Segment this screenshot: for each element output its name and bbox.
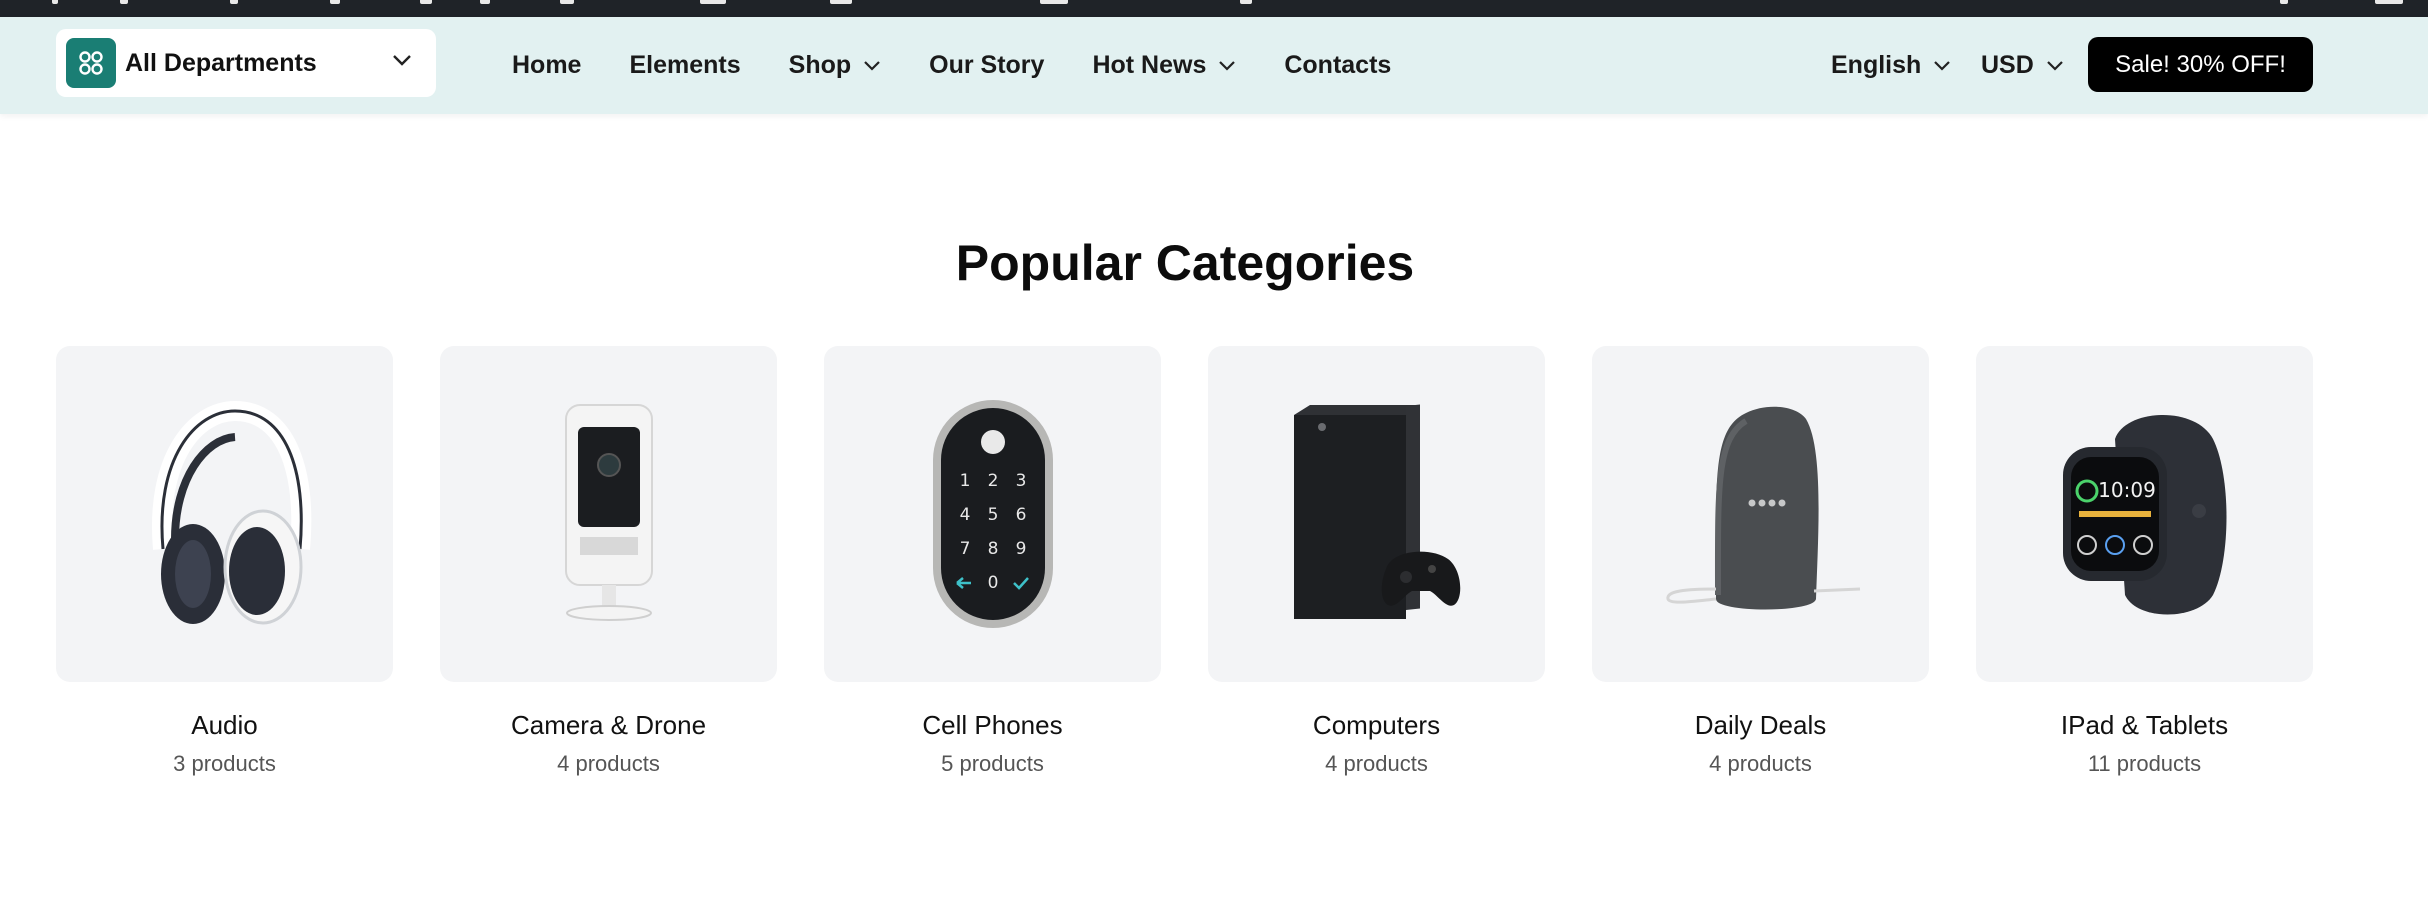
chevron-down-icon (864, 60, 880, 71)
category-count: 4 products (1709, 751, 1812, 776)
chevron-down-icon (1219, 60, 1236, 71)
nav-our-story[interactable]: Our Story (929, 51, 1044, 80)
all-departments-dropdown[interactable]: All Departments (56, 29, 436, 97)
category-image-ipad-tablets[interactable]: 10:09 (1976, 346, 2313, 682)
svg-text:2: 2 (987, 471, 998, 491)
language-selector[interactable]: English (1831, 17, 1951, 114)
svg-text:3: 3 (1015, 471, 1026, 491)
category-card-cell-phones[interactable]: 123 456 789 0 Cell Phones 5 products (824, 346, 1161, 777)
category-card-audio[interactable]: Audio 3 products (56, 346, 393, 777)
svg-text:0: 0 (987, 573, 998, 593)
section-title: Popular Categories (955, 235, 1415, 291)
smartwatch-icon: 10:09 (2062, 414, 2226, 615)
smart-speaker-icon (1666, 406, 1860, 610)
svg-text:4: 4 (959, 505, 970, 525)
nav-home-label: Home (512, 51, 582, 79)
language-label: English (1831, 51, 1922, 79)
category-name[interactable]: Audio (56, 710, 393, 741)
category-name[interactable]: IPad & Tablets (1976, 710, 2313, 741)
svg-text:1: 1 (959, 471, 970, 491)
currency-selector[interactable]: USD (1981, 17, 2064, 114)
category-image-cell-phones[interactable]: 123 456 789 0 (824, 346, 1161, 682)
category-card-daily-deals[interactable]: Daily Deals 4 products (1592, 346, 1929, 777)
chevron-down-icon (2047, 60, 2063, 71)
all-departments-label: All Departments (125, 48, 317, 77)
category-count: 11 products (2087, 751, 2202, 776)
svg-text:6: 6 (1015, 505, 1026, 525)
sale-button[interactable]: Sale! 30% OFF! (2088, 37, 2313, 92)
category-card-computers[interactable]: Computers 4 products (1208, 346, 1545, 777)
category-name[interactable]: Cell Phones (824, 710, 1161, 741)
nav-hot-news-label: Hot News (1092, 51, 1207, 79)
currency-label: USD (1981, 51, 2034, 79)
svg-text:5: 5 (987, 505, 998, 525)
chevron-down-icon (1934, 60, 1951, 71)
main-nav: Home Elements Shop Our Story Hot News Co… (512, 17, 1439, 114)
svg-text:7: 7 (959, 539, 970, 559)
category-image-daily-deals[interactable] (1592, 346, 1929, 682)
nav-contacts[interactable]: Contacts (1284, 51, 1391, 80)
svg-text:10:09: 10:09 (2098, 478, 2156, 502)
category-count: 3 products (173, 751, 276, 776)
category-card-ipad-tablets[interactable]: 10:09 IPad & Tablets 11 products (1976, 346, 2313, 777)
security-camera-icon (564, 404, 653, 621)
category-name[interactable]: Computers (1208, 710, 1545, 741)
category-count: 5 products (941, 751, 1044, 776)
nav-elements-label: Elements (629, 51, 741, 79)
chevron-down-icon (392, 53, 412, 72)
svg-text:9: 9 (1015, 539, 1026, 559)
category-image-audio[interactable] (56, 346, 393, 682)
game-console-icon (1293, 404, 1460, 619)
category-name[interactable]: Daily Deals (1592, 710, 1929, 741)
category-image-camera-drone[interactable] (440, 346, 777, 682)
smart-lock-keypad-icon: 123 456 789 0 (932, 400, 1053, 628)
headphones-icon (151, 400, 311, 625)
nav-contacts-label: Contacts (1284, 51, 1392, 79)
category-name[interactable]: Camera & Drone (440, 710, 777, 741)
grid-icon (66, 38, 116, 88)
nav-our-story-label: Our Story (929, 51, 1045, 79)
category-count: 4 products (1325, 751, 1428, 776)
category-image-computers[interactable] (1208, 346, 1545, 682)
nav-home[interactable]: Home (512, 51, 581, 80)
category-card-camera-drone[interactable]: Camera & Drone 4 products (440, 346, 777, 777)
site-header: All Departments Home Elements Shop Our S… (0, 17, 2428, 114)
browser-top-strip (0, 0, 2428, 17)
nav-shop[interactable]: Shop (789, 51, 882, 80)
svg-text:8: 8 (987, 539, 998, 559)
nav-hot-news[interactable]: Hot News (1092, 51, 1236, 80)
category-count: 4 products (557, 751, 660, 776)
nav-shop-label: Shop (788, 51, 852, 79)
nav-elements[interactable]: Elements (629, 51, 740, 80)
